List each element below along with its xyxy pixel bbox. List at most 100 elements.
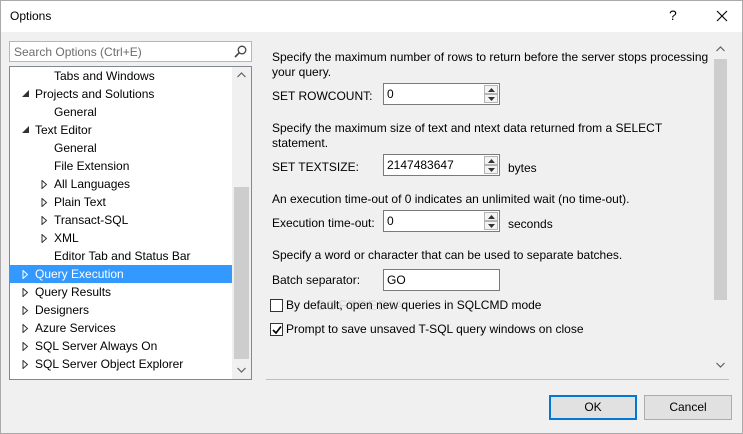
tree-item[interactable]: Azure Services [10, 319, 232, 337]
batch-separator-input[interactable]: GO [383, 269, 500, 291]
tree-item-label: File Extension [54, 159, 130, 173]
rowcount-decrement[interactable] [484, 94, 498, 103]
search-icon[interactable] [234, 45, 247, 58]
collapsed-arrow-icon[interactable] [20, 337, 32, 355]
tree-item-label: SQL Server Always On [35, 339, 158, 353]
tree-item[interactable]: XML [10, 229, 232, 247]
spin-up-icon [488, 215, 495, 219]
tree-item[interactable]: Editor Tab and Status Bar [10, 247, 232, 265]
rowcount-increment[interactable] [484, 85, 498, 94]
textsize-label: SET TEXTSIZE: [272, 160, 359, 174]
title-bar: Options ? [1, 1, 742, 32]
rowcount-label: SET ROWCOUNT: [272, 89, 373, 103]
rowcount-spinbox[interactable]: 0 [383, 83, 500, 105]
textsize-increment[interactable] [484, 156, 498, 165]
collapsed-arrow-icon[interactable] [20, 283, 32, 301]
textsize-unit: bytes [508, 161, 537, 175]
tree-item[interactable]: SQL Server Object Explorer [10, 355, 232, 373]
tree-item[interactable]: Query Results [10, 283, 232, 301]
ok-button[interactable]: OK [549, 395, 637, 420]
tree-item[interactable]: Tabs and Windows [10, 67, 232, 85]
tree-item-label: Editor Tab and Status Bar [54, 249, 191, 263]
options-tree[interactable]: Tabs and Windows Projects and Solutions Ge… [9, 66, 252, 380]
collapsed-arrow-icon[interactable] [39, 211, 51, 229]
collapsed-arrow-icon[interactable] [39, 175, 51, 193]
collapsed-arrow-icon[interactable] [20, 301, 32, 319]
tree-item-label: All Languages [54, 177, 131, 191]
scroll-down-arrow-icon[interactable] [716, 362, 725, 368]
tree-item[interactable]: Plain Text [10, 193, 232, 211]
rowcount-description: Specify the maximum number of rows to re… [272, 50, 709, 79]
options-dialog: Options ? Tabs and Windows Projects and S… [0, 0, 743, 434]
collapsed-arrow-icon[interactable] [20, 355, 32, 373]
sqlcmd-checkbox-label[interactable]: By default, open new queries in SQLCMD m… [286, 298, 541, 312]
batch-separator-label: Batch separator: [272, 273, 361, 287]
collapsed-arrow-icon[interactable] [20, 265, 32, 283]
scroll-down-arrow-icon[interactable] [237, 367, 246, 373]
timeout-label: Execution time-out: [272, 216, 375, 230]
scroll-up-arrow-icon[interactable] [716, 46, 725, 52]
timeout-description: An execution time-out of 0 indicates an … [272, 192, 630, 206]
expanded-arrow-icon[interactable] [20, 121, 32, 139]
scroll-up-arrow-icon[interactable] [237, 72, 246, 78]
tree-item-label: Text Editor [35, 123, 92, 137]
cancel-button[interactable]: Cancel [644, 395, 732, 420]
spin-down-icon [488, 168, 495, 172]
tree-item-label: XML [54, 231, 79, 245]
tree-item-label: Tabs and Windows [54, 69, 155, 83]
tree-item-label: SQL Server Object Explorer [35, 357, 184, 371]
help-button[interactable]: ? [669, 7, 677, 23]
tree-item-label: Query Results [35, 285, 112, 299]
tree-item[interactable]: General [10, 139, 232, 157]
batch-separator-value[interactable]: GO [387, 273, 406, 287]
tree-item[interactable]: Transact-SQL [10, 211, 232, 229]
window-title: Options [10, 9, 52, 23]
close-icon [716, 10, 728, 22]
spin-down-icon [488, 224, 495, 228]
checkmark-icon [272, 326, 282, 335]
tree-item[interactable]: All Languages [10, 175, 232, 193]
textsize-decrement[interactable] [484, 165, 498, 174]
timeout-unit: seconds [508, 217, 553, 231]
tree-item[interactable]: Designers [10, 301, 232, 319]
collapsed-arrow-icon[interactable] [39, 229, 51, 247]
prompt-save-checkbox-box[interactable] [270, 323, 283, 336]
prompt-save-checkbox-label[interactable]: Prompt to save unsaved T-SQL query windo… [286, 322, 584, 336]
tree-item[interactable]: Query Execution [10, 265, 232, 283]
textsize-spinbox[interactable]: 2147483647 [383, 154, 500, 176]
footer-divider [266, 379, 729, 380]
spin-down-icon [488, 97, 495, 101]
tree-item-label: Azure Services [35, 321, 116, 335]
tree-item[interactable]: Projects and Solutions [10, 85, 232, 103]
settings-scroll-thumb[interactable] [714, 59, 727, 300]
collapsed-arrow-icon[interactable] [20, 319, 32, 337]
rowcount-value[interactable]: 0 [387, 87, 394, 101]
tree-item-label: General [54, 141, 97, 155]
tree-item[interactable]: File Extension [10, 157, 232, 175]
spin-up-icon [488, 88, 495, 92]
tree-item[interactable]: SQL Server Always On [10, 337, 232, 355]
sqlcmd-checkbox-box[interactable] [270, 299, 283, 312]
timeout-increment[interactable] [484, 212, 498, 221]
timeout-value[interactable]: 0 [387, 214, 394, 228]
spin-up-icon [488, 159, 495, 163]
close-button[interactable] [707, 1, 739, 31]
settings-scrollbar[interactable] [712, 41, 729, 375]
tree-scroll-thumb[interactable] [234, 187, 249, 359]
timeout-spinbox[interactable]: 0 [383, 210, 500, 232]
collapsed-arrow-icon[interactable] [39, 193, 51, 211]
tree-item[interactable]: Text Editor [10, 121, 232, 139]
textsize-value[interactable]: 2147483647 [387, 158, 454, 172]
tree-item-label: Designers [35, 303, 90, 317]
tree-item-label: General [54, 105, 97, 119]
tree-item-label: Query Execution [35, 267, 124, 281]
tree-scrollbar[interactable] [232, 67, 251, 379]
search-input[interactable] [10, 42, 230, 61]
search-box [9, 41, 252, 62]
tree-item[interactable]: General [10, 103, 232, 121]
expanded-arrow-icon[interactable] [20, 85, 32, 103]
timeout-decrement[interactable] [484, 221, 498, 230]
textsize-description: Specify the maximum size of text and nte… [272, 121, 662, 150]
tree-item-label: Transact-SQL [54, 213, 129, 227]
tree-item-label: Plain Text [54, 195, 106, 209]
